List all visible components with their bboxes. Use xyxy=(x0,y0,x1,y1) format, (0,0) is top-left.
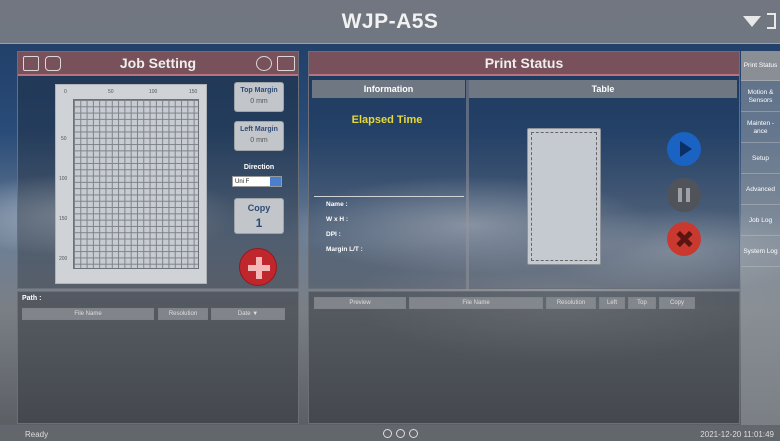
nav-system-log[interactable]: System Log xyxy=(741,237,780,267)
status-bar: Ready 2021-12-20 11:01:49 xyxy=(0,425,780,441)
col-left[interactable]: Left xyxy=(599,297,625,309)
grid xyxy=(73,99,199,269)
info-separator xyxy=(314,196,464,197)
col-resolution[interactable]: Resolution xyxy=(158,308,208,320)
datetime: 2021-12-20 11:01:49 xyxy=(700,430,774,439)
refresh-icon[interactable] xyxy=(256,56,272,71)
print-status-header: Print Status xyxy=(309,52,739,76)
path-label: Path : xyxy=(22,295,42,302)
title-bar: WJP-A5S xyxy=(0,0,780,44)
folder-icon[interactable] xyxy=(277,56,295,71)
direction-select[interactable]: Uni F xyxy=(232,176,282,187)
tick-y-200: 200 xyxy=(59,256,68,262)
tick-y-50: 50 xyxy=(61,136,67,142)
doc-settings-icon[interactable] xyxy=(23,56,39,71)
table-header: Table xyxy=(469,80,737,98)
info-name: Name : xyxy=(326,201,348,208)
copy-label: Copy xyxy=(247,203,271,213)
tick-x-100: 100 xyxy=(149,89,158,95)
top-margin-value: 0 mm xyxy=(250,98,268,105)
nav-advanced[interactable]: Advanced xyxy=(741,175,780,205)
nav-job-log[interactable]: Job Log xyxy=(741,206,780,236)
info-dpi: DPI : xyxy=(326,231,341,238)
nav-motion-sensors[interactable]: Motion & Sensors xyxy=(741,82,780,112)
tick-x-50: 50 xyxy=(108,89,114,95)
app-title: WJP-A5S xyxy=(341,10,439,33)
col-queue-file-name[interactable]: File Name xyxy=(409,297,543,309)
job-file-list: Path : File Name Resolution Date ▼ xyxy=(17,291,299,424)
nav-maintenance[interactable]: Mainten -ance xyxy=(741,113,780,143)
status-text: Ready xyxy=(25,430,49,439)
nav-setup[interactable]: Setup xyxy=(741,144,780,174)
copy-value: 1 xyxy=(255,216,263,230)
tick-x-150: 150 xyxy=(189,89,198,95)
left-margin-label: Left Margin xyxy=(240,126,278,133)
tick-y-150: 150 xyxy=(59,216,68,222)
select-arrow-icon[interactable] xyxy=(270,177,281,186)
media-layout-canvas[interactable]: 0 50 100 150 50 100 150 200 xyxy=(55,84,207,284)
job-setting-panel: Job Setting 0 50 100 150 50 100 150 200 … xyxy=(17,51,299,289)
side-navigation: Print Status Motion & Sensors Mainten -a… xyxy=(741,51,780,425)
top-margin-label: Top Margin xyxy=(240,87,278,94)
direction-label: Direction xyxy=(243,164,275,171)
tick-x-0: 0 xyxy=(64,89,67,95)
col-date[interactable]: Date ▼ xyxy=(211,308,285,320)
add-icon[interactable] xyxy=(239,248,277,286)
print-table-preview xyxy=(527,128,601,265)
page-indicator xyxy=(383,429,418,438)
info-margin: Margin L/T : xyxy=(326,246,363,253)
tick-y-100: 100 xyxy=(59,176,68,182)
stop-icon[interactable] xyxy=(667,222,701,256)
image-icon[interactable] xyxy=(45,56,61,71)
elapsed-time-label: Elapsed Time xyxy=(351,114,423,126)
page-dot xyxy=(383,429,392,438)
info-table-divider xyxy=(466,80,469,290)
pause-icon[interactable] xyxy=(667,178,701,212)
page-dot xyxy=(409,429,418,438)
print-status-panel: Print Status Information Table Elapsed T… xyxy=(308,51,740,290)
exit-icon[interactable] xyxy=(767,13,776,29)
information-header: Information xyxy=(312,80,465,98)
left-margin-field[interactable]: Left Margin 0 mm xyxy=(234,121,284,151)
col-top[interactable]: Top xyxy=(628,297,656,309)
col-queue-resolution[interactable]: Resolution xyxy=(546,297,596,309)
left-margin-value: 0 mm xyxy=(250,137,268,144)
dropdown-arrow-icon[interactable] xyxy=(743,15,761,27)
page-dot xyxy=(396,429,405,438)
direction-value: Uni F xyxy=(235,179,250,185)
print-queue-list: Preview File Name Resolution Left Top Co… xyxy=(308,291,740,424)
info-size: W x H : xyxy=(326,216,349,223)
col-file-name[interactable]: File Name xyxy=(22,308,154,320)
top-margin-field[interactable]: Top Margin 0 mm xyxy=(234,82,284,112)
print-status-title: Print Status xyxy=(484,55,564,71)
nav-print-status[interactable]: Print Status xyxy=(741,51,780,81)
col-preview[interactable]: Preview xyxy=(314,297,406,309)
copy-field[interactable]: Copy 1 xyxy=(234,198,284,234)
col-copy[interactable]: Copy xyxy=(659,297,695,309)
job-setting-title: Job Setting xyxy=(119,55,197,71)
play-icon[interactable] xyxy=(667,132,701,166)
